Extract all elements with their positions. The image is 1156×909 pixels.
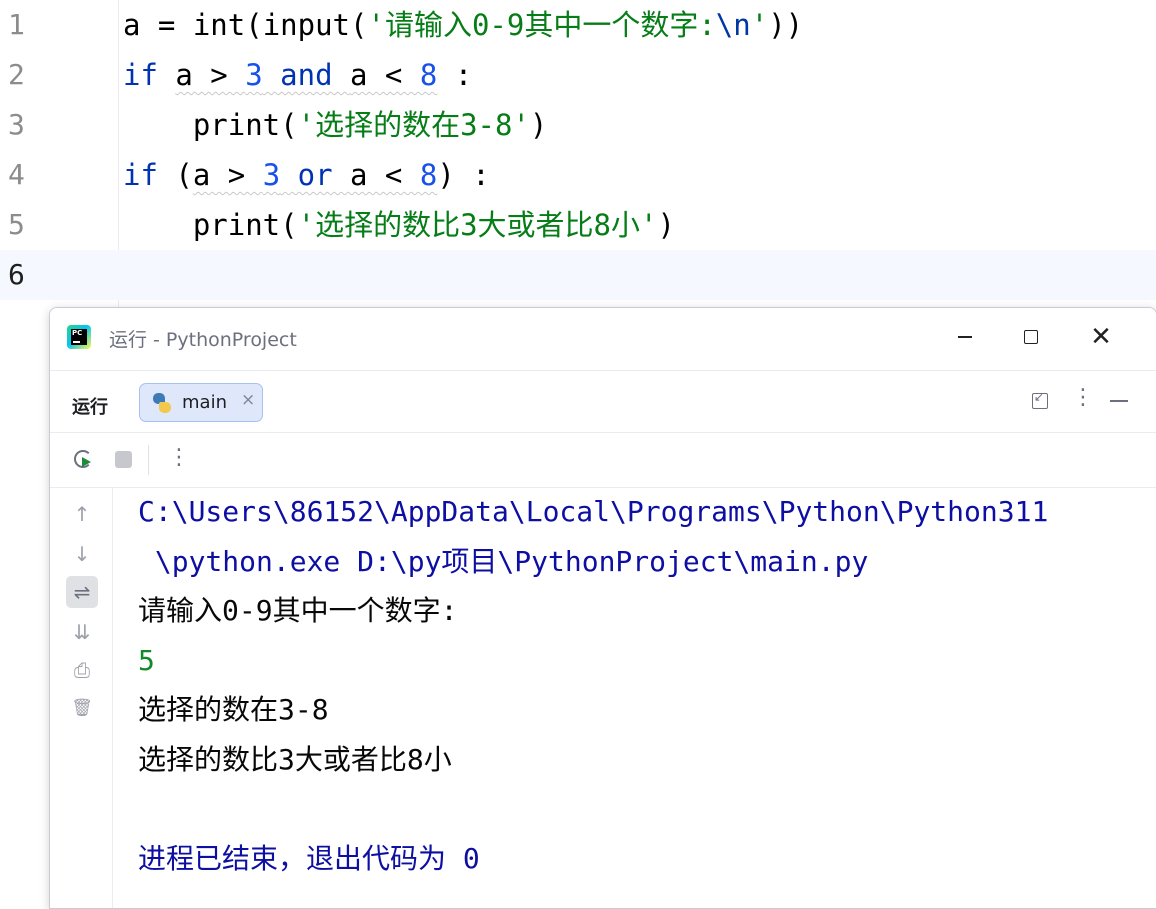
code-text[interactable]: print('选择的数在3-8') [123, 100, 548, 150]
arrow-down-icon[interactable]: ↓ [69, 541, 95, 567]
code-token: a < [350, 58, 420, 92]
code-token: ( [280, 108, 298, 142]
code-text[interactable]: if a > 3 and a < 8 : [123, 50, 472, 100]
console-side-toolbar: ↑ ↓ ⇌ ⇊ ⎙ 🗑 [50, 487, 113, 908]
code-line[interactable]: 4 if (a > 3 or a < 8) : [0, 150, 1156, 200]
code-token: 8 [419, 58, 438, 92]
code-text[interactable]: a = int(input('请输入0-9其中一个数字:\n')) [123, 0, 803, 50]
run-tool-label: 运行 [72, 397, 108, 418]
tab-main[interactable]: main × [139, 383, 263, 422]
run-toolbar: ⋮ [50, 432, 1156, 488]
line-number: 5 [8, 208, 25, 241]
line-number: 6 [8, 258, 25, 291]
run-window[interactable]: PC 运行 - PythonProject ✕ 运行 main × ⋮ ⋮ ↑ … [49, 307, 1156, 909]
console-line: 进程已结束，退出代码为 0 [138, 841, 480, 875]
scroll-to-end-icon[interactable]: ⇊ [69, 619, 95, 645]
console-line: 选择的数比3大或者比8小 [138, 742, 452, 776]
code-token: ) [657, 208, 675, 242]
line-number: 3 [8, 108, 25, 141]
maximize-button[interactable] [1012, 322, 1048, 352]
code-token: ' [750, 8, 769, 42]
pycharm-logo-icon: PC [67, 325, 91, 349]
window-title: 运行 - PythonProject [109, 329, 297, 351]
title-bar[interactable]: PC 运行 - PythonProject ✕ [50, 308, 1156, 368]
more-options-icon[interactable]: ⋮ [1072, 385, 1094, 410]
run-tab-bar: 运行 main × ⋮ [50, 370, 1156, 431]
code-token: )) [768, 8, 804, 42]
code-token: '请输入0-9其中一个数字: [367, 8, 716, 42]
console-line: 选择的数在3-8 [138, 693, 329, 726]
line-number: 2 [8, 58, 25, 91]
code-token: input [262, 8, 351, 42]
code-token: ) [529, 108, 548, 142]
code-token: and [262, 58, 351, 92]
code-token: print [123, 208, 281, 242]
print-icon[interactable]: ⎙ [69, 657, 95, 683]
code-token: ( [350, 8, 368, 42]
code-token: a = [123, 8, 193, 42]
line-number: 4 [8, 158, 25, 191]
rerun-icon[interactable] [74, 450, 92, 468]
arrow-up-icon[interactable]: ↑ [69, 501, 95, 527]
close-window-button[interactable]: ✕ [1083, 322, 1119, 352]
stop-icon[interactable] [115, 451, 132, 468]
toolbar-more-icon[interactable]: ⋮ [168, 445, 190, 470]
code-token: a < [350, 158, 420, 192]
code-token: a > [175, 58, 246, 92]
code-token: ( [245, 8, 263, 42]
code-line[interactable]: 3 print('选择的数在3-8') [0, 100, 1156, 150]
code-line[interactable]: 5 print('选择的数比3大或者比8小') [0, 200, 1156, 250]
minimize-button[interactable] [946, 322, 982, 352]
console-line: 5 [138, 643, 155, 677]
code-text[interactable]: if (a > 3 or a < 8) : [123, 150, 490, 200]
code-token: int [192, 8, 246, 42]
code-token: 8 [419, 158, 438, 192]
code-token: if [123, 158, 158, 192]
tab-close-icon[interactable]: × [241, 390, 255, 410]
code-token: 3 [245, 58, 263, 92]
code-line[interactable]: 6 [0, 250, 1156, 300]
console-line: \python.exe D:\py项目\PythonProject\main.p… [138, 544, 869, 578]
soft-wrap-icon[interactable]: ⇌ [66, 576, 98, 608]
code-token: \n [715, 8, 751, 42]
code-token: '选择的数在3-8' [297, 108, 530, 142]
code-token: if [123, 58, 158, 92]
code-token: : [437, 58, 473, 92]
code-token: ( [280, 208, 298, 242]
code-token: ) : [437, 158, 490, 192]
code-token: a > [192, 158, 263, 192]
code-text[interactable]: print('选择的数比3大或者比8小') [123, 200, 675, 250]
line-number: 1 [8, 8, 25, 41]
code-token: 3 [262, 158, 281, 192]
code-line[interactable]: 2 if a > 3 and a < 8 : [0, 50, 1156, 100]
toolbar-divider [148, 445, 149, 475]
code-token: print [123, 108, 281, 142]
restore-layout-icon[interactable] [1032, 390, 1048, 409]
tab-main-label: main [182, 392, 227, 413]
code-line[interactable]: 1a = int(input('请输入0-9其中一个数字:\n')) [0, 0, 1156, 50]
code-token: or [280, 158, 350, 192]
console-output[interactable]: C:\Users\86152\AppData\Local\Programs\Py… [113, 487, 1153, 908]
trash-icon[interactable]: 🗑 [69, 695, 95, 721]
hide-panel-icon[interactable] [1110, 400, 1128, 402]
console-line: 请输入0-9其中一个数字: [138, 594, 458, 627]
console-line: C:\Users\86152\AppData\Local\Programs\Py… [138, 495, 1049, 528]
code-token: ( [157, 158, 193, 192]
code-token: '选择的数比3大或者比8小' [297, 208, 658, 242]
python-icon [151, 392, 173, 414]
